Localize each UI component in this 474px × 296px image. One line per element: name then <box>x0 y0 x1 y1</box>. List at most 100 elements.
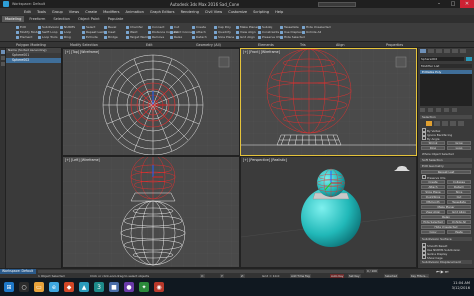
selection-rollout[interactable]: Selection <box>420 115 472 119</box>
msmooth-button[interactable]: MSmooth <box>421 200 445 204</box>
app-icon-2[interactable]: ■ <box>109 282 119 292</box>
repeat-last-button[interactable]: Repeat Last <box>421 170 471 174</box>
workspace-switcher[interactable]: Workspace: Default <box>0 269 36 274</box>
cut-button[interactable]: Cut <box>447 195 471 199</box>
frame-counter[interactable]: 0 / 100 <box>366 269 378 273</box>
view-align-button[interactable]: View Align <box>421 210 445 214</box>
edit-dropdown[interactable]: Edit <box>146 43 153 47</box>
ribbon-button-extrude[interactable]: Extrude <box>82 35 98 39</box>
start-icon[interactable]: ⊞ <box>4 282 14 292</box>
menu-modifiers[interactable]: Modifiers <box>103 10 119 14</box>
viewport-front[interactable]: [+] [Front] [Wireframe] <box>240 48 417 156</box>
modifier-list-dropdown[interactable]: Modifier List <box>420 64 472 68</box>
3dsmax-icon[interactable]: 3 <box>94 282 104 292</box>
ribbon-button-relax[interactable]: Relax <box>170 35 182 39</box>
make-unique-icon[interactable] <box>436 108 441 112</box>
display-tab-icon[interactable] <box>452 49 458 53</box>
utilities-tab-icon[interactable] <box>460 49 466 53</box>
show-end-result-icon[interactable] <box>428 108 433 112</box>
ribbon-button-subobj[interactable]: Subobj <box>258 25 272 29</box>
ribbon-button-loop-tools[interactable]: Loop Tools <box>38 35 58 39</box>
scene-item-sphere002[interactable]: Sphere002 <box>6 58 61 63</box>
tessellate-button[interactable]: Tessellate <box>447 200 471 204</box>
viewport-front-label[interactable]: [+] [Front] [Wireframe] <box>243 50 280 54</box>
search-icon[interactable]: ○ <box>19 282 29 292</box>
pin-stack-icon[interactable] <box>420 108 425 112</box>
menu-rendering[interactable]: Rendering <box>181 10 199 14</box>
properties-dropdown[interactable]: Properties <box>386 43 403 47</box>
minimize-button[interactable]: – <box>432 0 446 8</box>
paste-button[interactable]: Paste <box>447 230 471 234</box>
collapse-button[interactable]: Collapse <box>447 180 471 184</box>
ribbon-button-quadrify[interactable]: Quadrify <box>214 30 231 34</box>
tris-dropdown[interactable]: Tris <box>300 43 306 47</box>
configure-sets-icon[interactable] <box>452 108 457 112</box>
make-planar-button[interactable]: Make Planar <box>421 205 471 209</box>
ribbon-button-connect[interactable]: Connect <box>148 25 164 29</box>
ribbon-button-chamfer[interactable]: Chamfer <box>126 25 143 29</box>
align-dropdown[interactable]: Align <box>336 43 345 47</box>
object-name-field[interactable]: Sphere002 <box>420 57 464 61</box>
element-icon[interactable] <box>458 121 464 126</box>
search-input[interactable] <box>318 1 356 7</box>
workspace-label[interactable]: Workspace: Default <box>12 2 45 6</box>
quickslice-button[interactable]: QuickSlice <box>421 195 445 199</box>
ribbon-button-hide-selected[interactable]: Hide Selected <box>280 35 305 39</box>
office-icon[interactable]: ◆ <box>64 282 74 292</box>
ribbon-button-view-align[interactable]: View Align <box>236 30 256 34</box>
slice-plane-button[interactable]: Slice Plane <box>421 190 445 194</box>
ribbon-button-preserve-uvs[interactable]: Preserve UVs <box>258 35 282 39</box>
ribbon-button-detach[interactable]: Detach <box>192 35 207 39</box>
app-icon-3[interactable]: ● <box>124 282 134 292</box>
stack-item-editable-poly[interactable]: Editable Poly <box>420 70 472 74</box>
ribbon-button-grid-align[interactable]: Grid Align <box>236 35 255 39</box>
ribbon-button-make-planar[interactable]: Make Planar <box>236 25 258 29</box>
ribbon-button-target-weld[interactable]: Target Weld <box>126 35 148 39</box>
menu-views[interactable]: Views <box>69 10 79 14</box>
edit-geometry-rollout[interactable]: Edit Geometry <box>420 164 472 168</box>
hide-unselected-button[interactable]: Hide Unselected <box>421 225 471 229</box>
ribbon-button-attach[interactable]: Attach <box>192 30 206 34</box>
menu-scripting[interactable]: Scripting <box>253 10 269 14</box>
menu-edit[interactable]: Edit <box>24 10 31 14</box>
ribbon-button-loop[interactable]: Loop <box>60 30 71 34</box>
relax-button[interactable]: Relax <box>421 215 471 219</box>
layer-icon[interactable] <box>1 62 5 66</box>
app-icon-4[interactable]: ✦ <box>139 282 149 292</box>
ribbon-button-repeat-last[interactable]: Repeat Last <box>82 30 104 34</box>
polygon-modeling-dropdown[interactable]: Polygon Modeling <box>16 43 46 47</box>
border-icon[interactable] <box>442 121 448 126</box>
tab-populate[interactable]: Populate <box>105 16 127 22</box>
ribbon-button-swift-loop[interactable]: Swift Loop <box>38 30 58 34</box>
viewport-left[interactable]: [+] [Left] [Wireframe] <box>62 156 240 268</box>
loop-button[interactable]: Loop <box>447 146 471 150</box>
timeline-slider[interactable] <box>38 270 364 273</box>
viewport-top[interactable]: [+] [Top] [Wireframe] <box>62 48 240 156</box>
ribbon-button-bridge[interactable]: Bridge <box>104 35 118 39</box>
ribbon-button-slice-plane[interactable]: Slice Plane <box>214 35 234 39</box>
menu-group[interactable]: Group <box>52 10 63 14</box>
copy-button[interactable]: Copy <box>421 230 445 234</box>
create-tab-icon[interactable] <box>420 49 426 53</box>
system-clock[interactable]: 11:04 AM 3/12/2016 <box>452 281 470 291</box>
viewport-perspective[interactable]: [+] [Perspective] [Realistic] <box>240 156 417 268</box>
unhide-all-button[interactable]: Unhide All <box>447 220 471 224</box>
menu-create[interactable]: Create <box>85 10 97 14</box>
hide-selected-button[interactable]: Hide Selected <box>421 220 445 224</box>
create-button[interactable]: Create <box>421 180 445 184</box>
ribbon-button-ring[interactable]: Ring <box>60 35 71 39</box>
ribbon-button-nurms[interactable]: NURMS <box>60 25 75 29</box>
ribbon-button-constraints[interactable]: Constraints <box>258 30 279 34</box>
object-color-swatch[interactable] <box>466 57 472 61</box>
modify-tab-icon[interactable] <box>428 49 434 53</box>
menu-graph-editors[interactable]: Graph Editors <box>150 10 175 14</box>
modify-selection-dropdown[interactable]: Modify Selection <box>70 43 98 47</box>
edge-icon[interactable] <box>434 121 440 126</box>
subdivision-displacement-rollout[interactable]: Subdivision Displacement <box>420 260 472 264</box>
ribbon-button-remove[interactable]: Remove <box>148 35 164 39</box>
soft-selection-rollout[interactable]: Soft Selection <box>420 158 472 162</box>
menu-tools[interactable]: Tools <box>37 10 46 14</box>
tab-object-paint[interactable]: Object Paint <box>75 16 103 22</box>
tab-selection[interactable]: Selection <box>50 16 73 22</box>
ribbon-button-use-displace[interactable]: Use Displace <box>280 30 303 34</box>
